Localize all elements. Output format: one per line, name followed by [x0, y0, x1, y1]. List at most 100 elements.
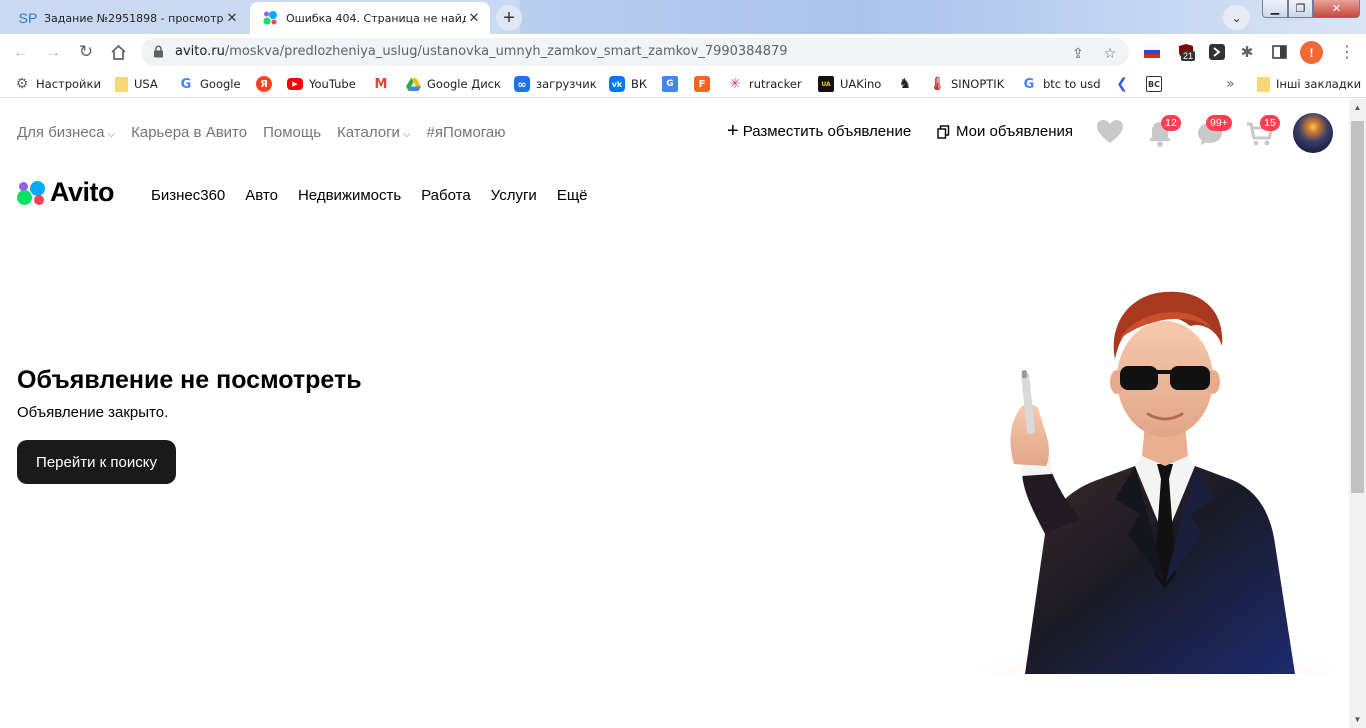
bookmark-label: UAKino [840, 77, 882, 91]
window-close-button[interactable]: ✕ [1313, 0, 1360, 18]
window-maximize-button[interactable]: ❐ [1288, 0, 1313, 18]
bookmark-gmail[interactable]: M [373, 75, 395, 93]
chevron-down-icon: ⌵ [402, 129, 411, 140]
bookmark-youtube[interactable]: ▶ YouTube [287, 75, 356, 93]
folder-icon [115, 76, 128, 92]
ublock-icon[interactable]: 21 [1176, 42, 1196, 62]
bc-icon: BC [1146, 76, 1162, 92]
share-icon[interactable]: ⇪ [1069, 44, 1087, 62]
bookmark-translate[interactable]: G [662, 75, 684, 93]
messages-chat-icon[interactable]: 99+ [1196, 115, 1232, 147]
translate-icon: G [662, 76, 678, 92]
menu-kebab-icon[interactable]: ⋮ [1337, 42, 1357, 62]
bookmark-rutracker[interactable]: ✳ rutracker [727, 75, 802, 93]
tab-avito[interactable]: Ошибка 404. Страница не найдена ✕ [250, 2, 490, 34]
forward-icon[interactable]: → [41, 40, 65, 64]
tab-title: Ошибка 404. Страница не найдена [286, 11, 466, 25]
category-auto[interactable]: Авто [245, 187, 278, 204]
bookmark-label: Інші закладки [1276, 77, 1362, 91]
cart-badge: 15 [1260, 115, 1280, 131]
bookmark-vk[interactable]: vk ВК [609, 75, 647, 93]
user-avatar[interactable] [1293, 113, 1333, 153]
for-business-link[interactable]: Для бизнеса ⌵ [17, 124, 115, 141]
bookmark-label: USA [134, 77, 158, 91]
bookmark-f[interactable]: F [694, 75, 716, 93]
cart-icon[interactable]: 15 [1246, 115, 1280, 147]
category-services[interactable]: Услуги [491, 187, 537, 204]
my-ads-button[interactable]: Мои объявления [937, 123, 1073, 140]
tab-title: Задание №2951898 - просмотр [44, 11, 224, 25]
i-help-link[interactable]: #яПомогаю [427, 124, 506, 141]
avito-logo[interactable]: Avito [17, 177, 115, 208]
bookmark-label: YouTube [309, 77, 356, 91]
top-links: Для бизнеса ⌵ Карьера в Авито Помощь Ката… [17, 124, 506, 141]
address-bar[interactable]: avito.ru/moskva/predlozheniya_uslug/usta… [141, 38, 1129, 66]
bookmark-sinoptik[interactable]: 🌡 SINOPTIK [929, 75, 1005, 93]
avito-favicon-icon [262, 10, 278, 26]
bookmarks-more-button[interactable]: » [1226, 75, 1235, 93]
error-title: Объявление не посмотреть [17, 366, 362, 394]
category-jobs[interactable]: Работа [421, 187, 471, 204]
tab-search-icon[interactable]: ⌄ [1223, 5, 1250, 30]
bookmark-downloader[interactable]: ∞ загрузчик [514, 75, 597, 93]
bookmark-label: ВК [631, 77, 648, 91]
agent-illustration [960, 291, 1340, 674]
bookmark-settings[interactable]: ⚙ Настройки [14, 75, 101, 93]
messages-badge: 99+ [1206, 115, 1232, 131]
close-tab-icon[interactable]: ✕ [466, 10, 482, 26]
extension-badge: 21 [1181, 51, 1196, 61]
place-ad-button[interactable]: + Разместить объявление [727, 121, 912, 141]
url-path: /moskva/predlozheniya_uslug/ustanovka_um… [224, 44, 788, 59]
catalogs-link[interactable]: Каталоги ⌵ [337, 124, 411, 141]
bookmark-yandex[interactable]: Я [256, 75, 278, 93]
close-tab-icon[interactable]: ✕ [224, 10, 240, 26]
window-minimize-button[interactable]: ▁ [1262, 0, 1288, 18]
bookmark-uakino[interactable]: UA UAKino [818, 75, 881, 93]
scroll-up-icon[interactable]: ▲ [1349, 99, 1366, 116]
infinity-icon: ∞ [514, 76, 530, 92]
terminal-extension-icon[interactable] [1207, 42, 1227, 62]
bookmark-label: rutracker [749, 77, 802, 91]
extensions-puzzle-icon[interactable]: ✱ [1237, 42, 1257, 62]
profile-avatar[interactable]: ! [1300, 41, 1323, 64]
url-text: avito.ru/moskva/predlozheniya_uslug/usta… [175, 44, 788, 59]
scroll-down-icon[interactable]: ▼ [1349, 711, 1366, 728]
logo-text: Avito [50, 177, 115, 207]
bookmark-btc-usd[interactable]: Gbtc to usd [1021, 75, 1101, 93]
bookmark-label: Google Диск [427, 77, 501, 91]
url-host: avito.ru [175, 44, 225, 59]
scrollbar-thumb[interactable] [1351, 121, 1364, 493]
bookmark-arrow[interactable]: ❮ [1114, 75, 1136, 93]
f-icon: F [694, 76, 710, 92]
back-icon[interactable]: ← [9, 40, 33, 64]
category-real-estate[interactable]: Недвижимость [298, 187, 401, 204]
flag-icon[interactable] [1142, 42, 1162, 62]
category-business360[interactable]: Бизнес360 [151, 187, 225, 204]
notifications-badge: 12 [1161, 115, 1181, 131]
bookmark-google-drive[interactable]: Google Диск [405, 75, 501, 93]
bookmark-bc[interactable]: BC [1146, 75, 1168, 93]
bookmark-chess[interactable]: ♞ [897, 75, 919, 93]
help-link[interactable]: Помощь [263, 124, 321, 141]
tab-task[interactable]: SP Задание №2951898 - просмотр ✕ [8, 2, 248, 34]
favorites-heart-icon[interactable] [1096, 119, 1124, 147]
category-nav: Бизнес360 Авто Недвижимость Работа Услуг… [151, 187, 588, 204]
go-to-search-button[interactable]: Перейти к поиску [17, 440, 176, 484]
link-label: Для бизнеса [17, 124, 105, 141]
bookmark-google[interactable]: G Google [178, 75, 241, 93]
new-tab-button[interactable]: + [496, 5, 522, 31]
career-link[interactable]: Карьера в Авито [131, 124, 247, 141]
page-scrollbar[interactable]: ▲ ▼ [1349, 99, 1366, 728]
other-bookmarks[interactable]: Інші закладки [1257, 75, 1361, 93]
bookmark-usa[interactable]: USA [115, 75, 158, 93]
notifications-bell-icon[interactable]: 12 [1147, 115, 1181, 147]
error-subtitle: Объявление закрыто. [17, 404, 169, 421]
home-icon[interactable] [106, 40, 130, 64]
place-ad-label: Разместить объявление [742, 123, 912, 140]
browser-toolbar: ← → ↻ avito.ru/moskva/predlozheniya_uslu… [0, 34, 1366, 70]
reload-icon[interactable]: ↻ [74, 40, 98, 64]
bookmark-star-icon[interactable]: ☆ [1101, 44, 1119, 62]
google-icon: G [180, 76, 192, 92]
side-panel-icon[interactable] [1269, 42, 1289, 62]
category-more[interactable]: Ещё [557, 187, 588, 204]
